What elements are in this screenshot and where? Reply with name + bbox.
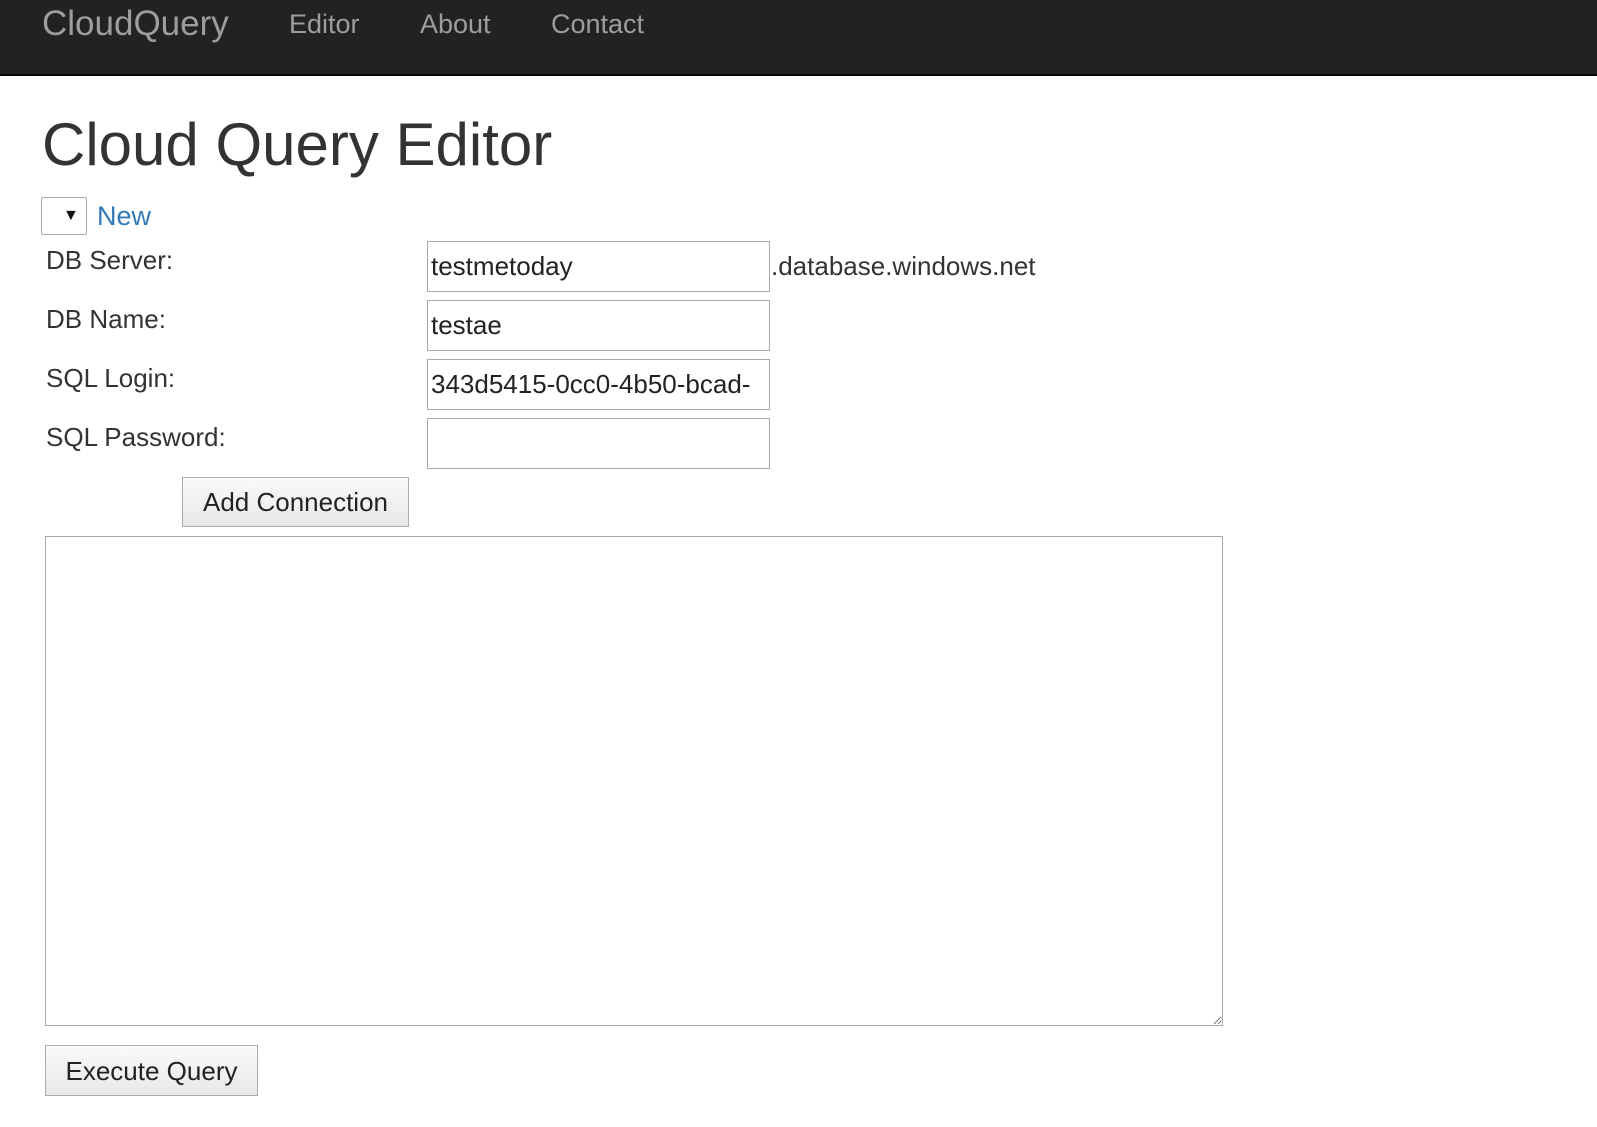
new-connection-link[interactable]: New bbox=[97, 200, 151, 232]
brand-link[interactable]: CloudQuery bbox=[42, 5, 229, 43]
add-connection-button[interactable]: Add Connection bbox=[182, 477, 409, 527]
query-textarea[interactable] bbox=[45, 536, 1223, 1026]
page-title: Cloud Query Editor bbox=[42, 111, 553, 178]
db-name-input[interactable] bbox=[427, 300, 770, 351]
db-server-input[interactable] bbox=[427, 241, 770, 292]
sql-login-input[interactable] bbox=[427, 359, 770, 410]
db-name-label: DB Name: bbox=[46, 304, 166, 334]
db-server-suffix: .database.windows.net bbox=[771, 251, 1036, 281]
top-navbar: CloudQuery Editor About Contact bbox=[0, 0, 1597, 76]
sql-login-label: SQL Login: bbox=[46, 363, 176, 393]
nav-link-about[interactable]: About bbox=[420, 8, 491, 40]
sql-password-input[interactable] bbox=[427, 418, 770, 469]
sql-password-label: SQL Password: bbox=[46, 422, 226, 452]
execute-query-button[interactable]: Execute Query bbox=[45, 1045, 258, 1096]
db-server-label: DB Server: bbox=[46, 245, 174, 275]
nav-link-editor[interactable]: Editor bbox=[289, 8, 360, 40]
triangle-down-icon: ▼ bbox=[63, 207, 79, 224]
connection-select[interactable]: ▼ bbox=[41, 197, 87, 235]
nav-link-contact[interactable]: Contact bbox=[551, 8, 644, 40]
